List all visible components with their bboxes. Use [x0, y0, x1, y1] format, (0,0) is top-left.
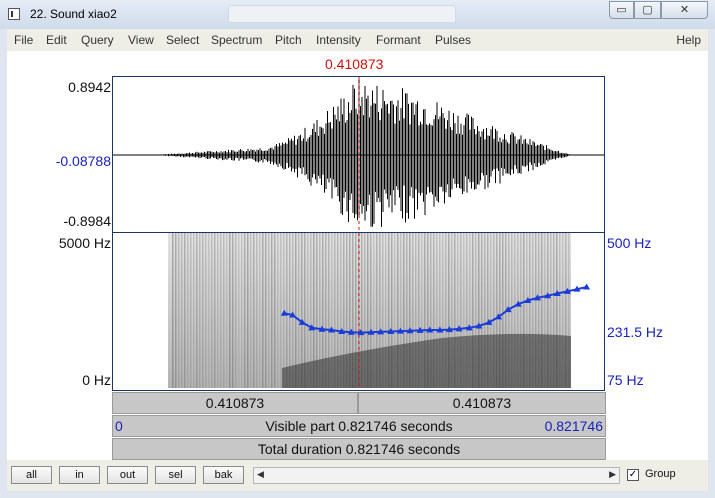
zoom-in-button[interactable]: in	[59, 466, 100, 484]
bottom-toolbar: all in out sel bak ◀ ▶ ✓ Group	[7, 460, 708, 491]
menu-view[interactable]: View	[128, 33, 154, 47]
menu-file[interactable]: File	[14, 33, 33, 47]
menu-query[interactable]: Query	[81, 33, 114, 47]
total-duration-bar[interactable]: Total duration 0.821746 seconds	[112, 438, 606, 460]
minimize-button[interactable]: ▭	[609, 1, 634, 19]
menu-spectrum[interactable]: Spectrum	[211, 33, 262, 47]
time-scrollbar[interactable]: ◀ ▶	[253, 467, 620, 484]
window-title: 22. Sound xiao2	[30, 7, 117, 21]
group-checkbox[interactable]: ✓	[627, 469, 639, 481]
total-duration-text: Total duration 0.821746 seconds	[257, 441, 461, 457]
group-label: Group	[645, 468, 676, 480]
selection-left-time: 0.410873	[205, 395, 265, 411]
cursor-time-label: 0.410873	[325, 56, 384, 72]
sound-plot[interactable]	[112, 76, 606, 392]
zoom-selection-button[interactable]: sel	[155, 466, 196, 484]
sound-canvas[interactable]: 0.410873 0.8942 -0.08788 -0.8984 5000 Hz…	[7, 51, 708, 460]
close-button[interactable]: ✕	[661, 1, 708, 19]
zoom-out-button[interactable]: out	[107, 466, 148, 484]
pitch-mid-label: 231.5 Hz	[607, 324, 664, 340]
menu-pulses[interactable]: Pulses	[435, 33, 471, 47]
maximize-button[interactable]: ▢	[634, 1, 661, 19]
waveform-max-label: 0.8942	[68, 79, 111, 95]
visible-part-bar[interactable]: 0 Visible part 0.821746 seconds 0.821746	[112, 415, 606, 437]
app-icon	[8, 8, 20, 20]
menu-formant[interactable]: Formant	[376, 33, 421, 47]
background-window	[228, 5, 456, 23]
zoom-back-button[interactable]: bak	[203, 466, 244, 484]
visible-end-label: 0.821746	[544, 418, 603, 434]
zoom-all-button[interactable]: all	[11, 466, 52, 484]
waveform-min-label: -0.8984	[63, 213, 111, 229]
visible-part-text: Visible part 0.821746 seconds	[265, 418, 453, 434]
selection-right-time: 0.410873	[452, 395, 512, 411]
menu-bar: File Edit Query View Select Spectrum Pit…	[7, 29, 708, 51]
title-bar: 22. Sound xiao2 ▭ ▢ ✕	[0, 0, 715, 29]
menu-select[interactable]: Select	[166, 33, 199, 47]
selection-left-bar[interactable]: 0.410873	[112, 392, 358, 414]
menu-pitch[interactable]: Pitch	[275, 33, 302, 47]
waveform-center-label: -0.08788	[55, 153, 111, 169]
pitch-bottom-label: 75 Hz	[607, 372, 644, 388]
scroll-right-icon[interactable]: ▶	[609, 469, 616, 480]
scroll-left-icon[interactable]: ◀	[257, 469, 264, 480]
pitch-top-label: 500 Hz	[607, 235, 652, 251]
selection-right-bar[interactable]: 0.410873	[358, 392, 606, 414]
menu-intensity[interactable]: Intensity	[316, 33, 361, 47]
spectrogram-bottom-label: 0 Hz	[82, 372, 111, 388]
menu-edit[interactable]: Edit	[46, 33, 67, 47]
menu-help[interactable]: Help	[676, 33, 701, 47]
spectrogram-top-label: 5000 Hz	[58, 235, 111, 251]
